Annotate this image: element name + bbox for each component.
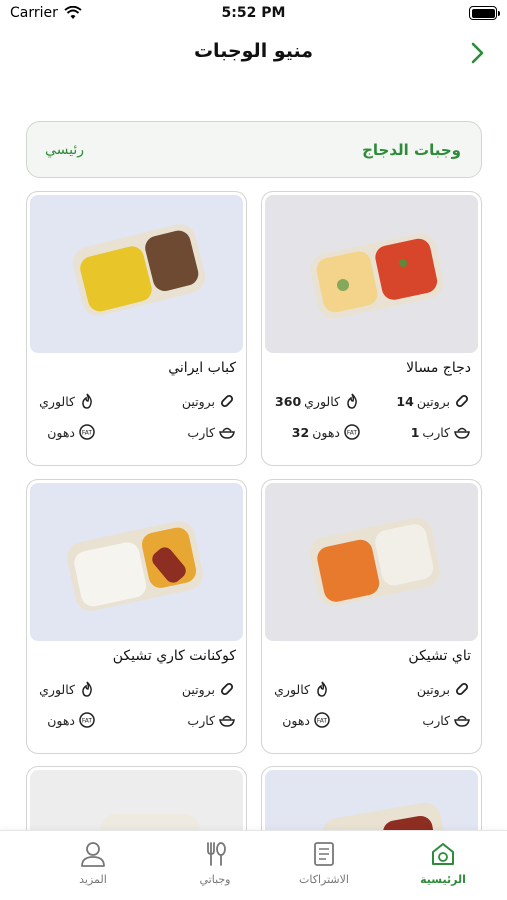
meal-card[interactable]: كوكنانت كاري تشيكن بروتين كالوري كارب FA… [26, 479, 247, 754]
calories-label: كالوري [39, 681, 75, 697]
meal-card[interactable]: تاي تشيكن بروتين كالوري كارب FAT دهون [261, 479, 482, 754]
protein-value: 14 [396, 393, 414, 409]
rice-bowl-icon [454, 427, 470, 439]
tab-my-meals-label: وجباتي [199, 873, 231, 886]
category-bar: وجبات الدجاج رئيسي [26, 121, 482, 178]
fork-spoon-icon [207, 842, 226, 866]
tab-more[interactable]: المزيد [43, 839, 143, 886]
tab-more-label: المزيد [79, 873, 107, 886]
meal-name: تاي تشيكن [408, 648, 471, 664]
flame-icon [82, 681, 92, 697]
home-icon [432, 843, 454, 865]
person-icon [81, 842, 105, 867]
category-main[interactable]: رئيسي [45, 142, 84, 158]
meal-tray-image [67, 521, 203, 611]
carbs-stat: كارب [187, 423, 236, 441]
fat-stat: FAT دهون [47, 711, 96, 729]
carbs-label: كارب [187, 712, 215, 728]
status-time: 5:52 PM [221, 5, 286, 21]
calories-label: كالوري [304, 393, 340, 409]
fat-value: 32 [291, 424, 310, 440]
fat-label: دهون [312, 424, 340, 440]
tab-bar: الرئيسية الاشتراكات وجباتي المزيد [0, 830, 507, 900]
flame-icon [82, 393, 92, 409]
protein-label: بروتين [416, 393, 450, 409]
fat-drop-icon: FAT [79, 712, 95, 728]
tab-my-meals[interactable]: وجباتي [165, 839, 265, 886]
meal-tray-image [310, 233, 444, 319]
pill-icon [455, 682, 469, 696]
protein-stat: بروتين [182, 680, 236, 698]
carbs-label: كارب [422, 712, 450, 728]
meal-image [265, 483, 478, 641]
fat-label: دهون [47, 712, 75, 728]
protein-label: بروتين [181, 393, 215, 409]
carbs-stat: كارب [422, 711, 471, 729]
fat-label: دهون [47, 424, 75, 440]
carbs-label: كارب [187, 424, 215, 440]
svg-text:FAT: FAT [347, 430, 358, 437]
protein-stat: بروتين [182, 392, 236, 410]
meal-tray-image [310, 517, 440, 607]
back-chevron-icon[interactable] [463, 38, 493, 68]
meal-image [30, 195, 243, 353]
pill-icon [220, 682, 234, 696]
meal-name: كباب ايراني [168, 360, 236, 376]
meal-tray-image [72, 224, 206, 316]
pill-icon [220, 394, 234, 408]
meal-card[interactable]: كباب ايراني بروتين كالوري كارب FAT دهون [26, 191, 247, 466]
protein-stat: بروتين 14 [396, 392, 471, 410]
status-bar: Carrier 5:52 PM [0, 0, 507, 28]
fat-drop-icon: FAT [344, 424, 360, 440]
svg-text:FAT: FAT [82, 718, 93, 725]
carbs-stat: كارب 1 [411, 423, 471, 441]
carbs-value: 1 [410, 424, 420, 440]
category-chicken-meals[interactable]: وجبات الدجاج [362, 141, 461, 159]
protein-stat: بروتين [417, 680, 471, 698]
calories-value: 360 [275, 393, 302, 409]
fat-stat: FAT دهون [47, 423, 96, 441]
carbs-label: كارب [422, 424, 450, 440]
meal-image [265, 195, 478, 353]
meal-card[interactable]: دجاج مسالا بروتين 14 كالوري 360 كارب 1 F… [261, 191, 482, 466]
fat-stat: FAT دهون [282, 711, 331, 729]
calories-label: كالوري [39, 393, 75, 409]
tab-home-label: الرئيسية [420, 873, 466, 886]
svg-text:FAT: FAT [317, 718, 328, 725]
calories-stat: كالوري [274, 680, 331, 698]
battery-icon [469, 6, 500, 20]
nav-bar: منيو الوجبات [0, 30, 507, 76]
rice-bowl-icon [454, 715, 470, 727]
tab-subscriptions-label: الاشتراكات [299, 873, 349, 886]
protein-label: بروتين [416, 681, 450, 697]
fat-stat: FAT دهون 32 [292, 423, 361, 441]
calories-stat: كالوري 360 [275, 392, 361, 410]
svg-text:FAT: FAT [82, 430, 93, 437]
rice-bowl-icon [219, 715, 235, 727]
clipboard-icon [314, 842, 334, 866]
calories-stat: كالوري [39, 392, 96, 410]
meal-image [30, 483, 243, 641]
tab-home[interactable]: الرئيسية [393, 839, 493, 886]
flame-icon [347, 393, 357, 409]
tab-subscriptions[interactable]: الاشتراكات [274, 839, 374, 886]
page-title: منيو الوجبات [193, 40, 314, 62]
rice-bowl-icon [219, 427, 235, 439]
fat-drop-icon: FAT [314, 712, 330, 728]
fat-label: دهون [282, 712, 310, 728]
calories-stat: كالوري [39, 680, 96, 698]
flame-icon [317, 681, 327, 697]
fat-drop-icon: FAT [79, 424, 95, 440]
meal-name: دجاج مسالا [406, 360, 471, 376]
carbs-stat: كارب [187, 711, 236, 729]
protein-label: بروتين [181, 681, 215, 697]
meal-name: كوكنانت كاري تشيكن [112, 648, 236, 664]
calories-label: كالوري [274, 681, 310, 697]
pill-icon [455, 394, 469, 408]
